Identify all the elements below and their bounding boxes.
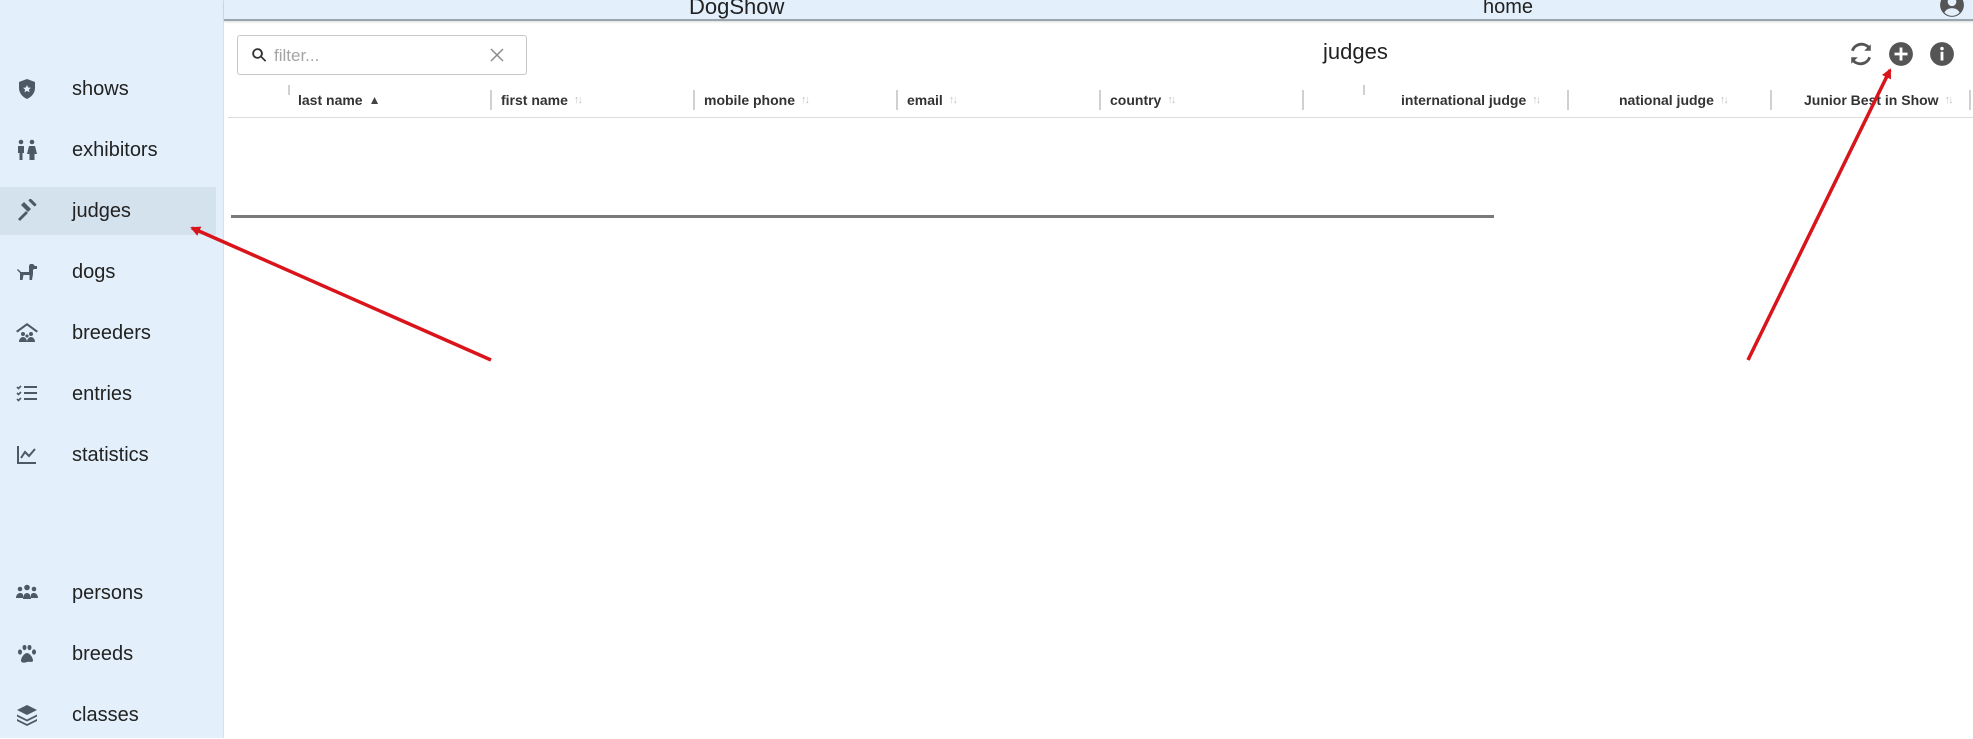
top-bar: DogShow home [224, 0, 1973, 21]
sidebar-item-label: persons [72, 581, 144, 604]
refresh-button[interactable] [1848, 41, 1874, 67]
sidebar-item-label: dogs [72, 260, 116, 283]
sort-icon: ↑↓ [1532, 94, 1541, 106]
column-header-mobile-phone[interactable]: mobile phone ↑↓ [704, 82, 810, 118]
column-header-national-judge[interactable]: national judge ↑↓ [1619, 82, 1729, 118]
sidebar-item-classes[interactable]: classes [0, 691, 216, 739]
gavel-icon [14, 199, 40, 223]
sidebar-item-label: exhibitors [72, 138, 158, 161]
column-divider[interactable] [693, 90, 695, 110]
column-label: email [907, 92, 943, 108]
checklist-icon [14, 382, 40, 406]
layers-icon [14, 703, 40, 727]
column-header-country[interactable]: country ↑↓ [1110, 82, 1176, 118]
sidebar-item-shows[interactable]: shows [0, 65, 216, 113]
sort-icon: ↑↓ [573, 94, 583, 106]
column-divider[interactable] [490, 90, 492, 110]
column-label: last name [298, 92, 363, 108]
column-header-international-judge[interactable]: international judge ↑↓ [1401, 82, 1541, 118]
sort-asc-icon: ▲ [368, 93, 381, 107]
account-icon[interactable] [1939, 0, 1965, 18]
sort-icon: ↑↓ [1167, 94, 1176, 106]
sort-icon: ↑↓ [1719, 94, 1729, 106]
table-header: last name ▲ first name ↑↓ mobile phone ↑… [228, 82, 1973, 118]
shield-icon [14, 77, 40, 101]
sidebar-item-statistics[interactable]: statistics [0, 431, 216, 479]
column-header-last-name[interactable]: last name ▲ [298, 82, 380, 118]
sidebar-item-persons[interactable]: persons [0, 569, 216, 617]
column-divider[interactable] [1770, 90, 1772, 110]
home-link[interactable]: home [1483, 0, 1533, 19]
column-label: Junior Best in Show [1804, 92, 1939, 108]
info-button[interactable] [1929, 41, 1955, 67]
column-divider[interactable] [1099, 90, 1101, 110]
info-circle-icon [1929, 42, 1955, 71]
column-divider[interactable] [1302, 90, 1304, 110]
sidebar-item-entries[interactable]: entries [0, 370, 216, 418]
sidebar-item-judges[interactable]: judges [0, 187, 216, 235]
loading-bar [231, 215, 1494, 218]
sidebar-item-breeds[interactable]: breeds [0, 630, 216, 678]
dog-icon [14, 260, 40, 284]
sidebar-item-dogs[interactable]: dogs [0, 248, 216, 296]
sidebar-item-breeders[interactable]: breeders [0, 309, 216, 357]
plus-circle-icon [1888, 42, 1914, 71]
column-divider[interactable] [1363, 85, 1365, 95]
annotation-arrow-judges [190, 226, 492, 362]
column-label: first name [501, 92, 568, 108]
clear-icon[interactable] [488, 46, 506, 64]
column-header-junior-best-in-show[interactable]: Junior Best in Show ↑↓ [1804, 82, 1954, 118]
app-title: DogShow [689, 0, 785, 19]
chart-line-icon [14, 443, 40, 467]
sidebar-item-label: breeders [72, 321, 151, 344]
column-header-email[interactable]: email ↑↓ [907, 82, 958, 118]
column-label: international judge [1401, 92, 1527, 108]
sidebar-item-exhibitors[interactable]: exhibitors [0, 126, 216, 174]
column-label: mobile phone [704, 92, 795, 108]
refresh-icon [1848, 42, 1874, 71]
sidebar-item-label: statistics [72, 443, 149, 466]
group-icon [14, 581, 40, 605]
sort-icon: ↑↓ [1944, 94, 1954, 106]
sidebar: shows exhibitors judges dogs breeders en… [0, 0, 224, 738]
sort-icon: ↑↓ [948, 94, 958, 106]
paw-icon [14, 642, 40, 666]
sidebar-item-label: judges [72, 199, 131, 222]
column-header-first-name[interactable]: first name ↑↓ [501, 82, 583, 118]
house-people-icon [14, 321, 40, 345]
sort-icon: ↑↓ [801, 94, 810, 106]
filter-input[interactable] [272, 44, 476, 68]
search-icon [250, 46, 268, 64]
column-label: national judge [1619, 92, 1714, 108]
column-divider[interactable] [896, 90, 898, 110]
sidebar-item-label: shows [72, 77, 129, 100]
sidebar-item-label: breeds [72, 642, 134, 665]
add-judge-button[interactable] [1888, 41, 1914, 67]
column-divider[interactable] [288, 85, 290, 95]
people-icon [14, 138, 40, 162]
filter-box [237, 35, 527, 75]
column-label: country [1110, 92, 1162, 108]
sidebar-item-label: entries [72, 382, 133, 405]
column-divider[interactable] [1567, 90, 1569, 110]
column-divider[interactable] [1969, 90, 1971, 110]
sidebar-item-label: classes [72, 703, 139, 726]
page-title: judges [1323, 39, 1388, 64]
